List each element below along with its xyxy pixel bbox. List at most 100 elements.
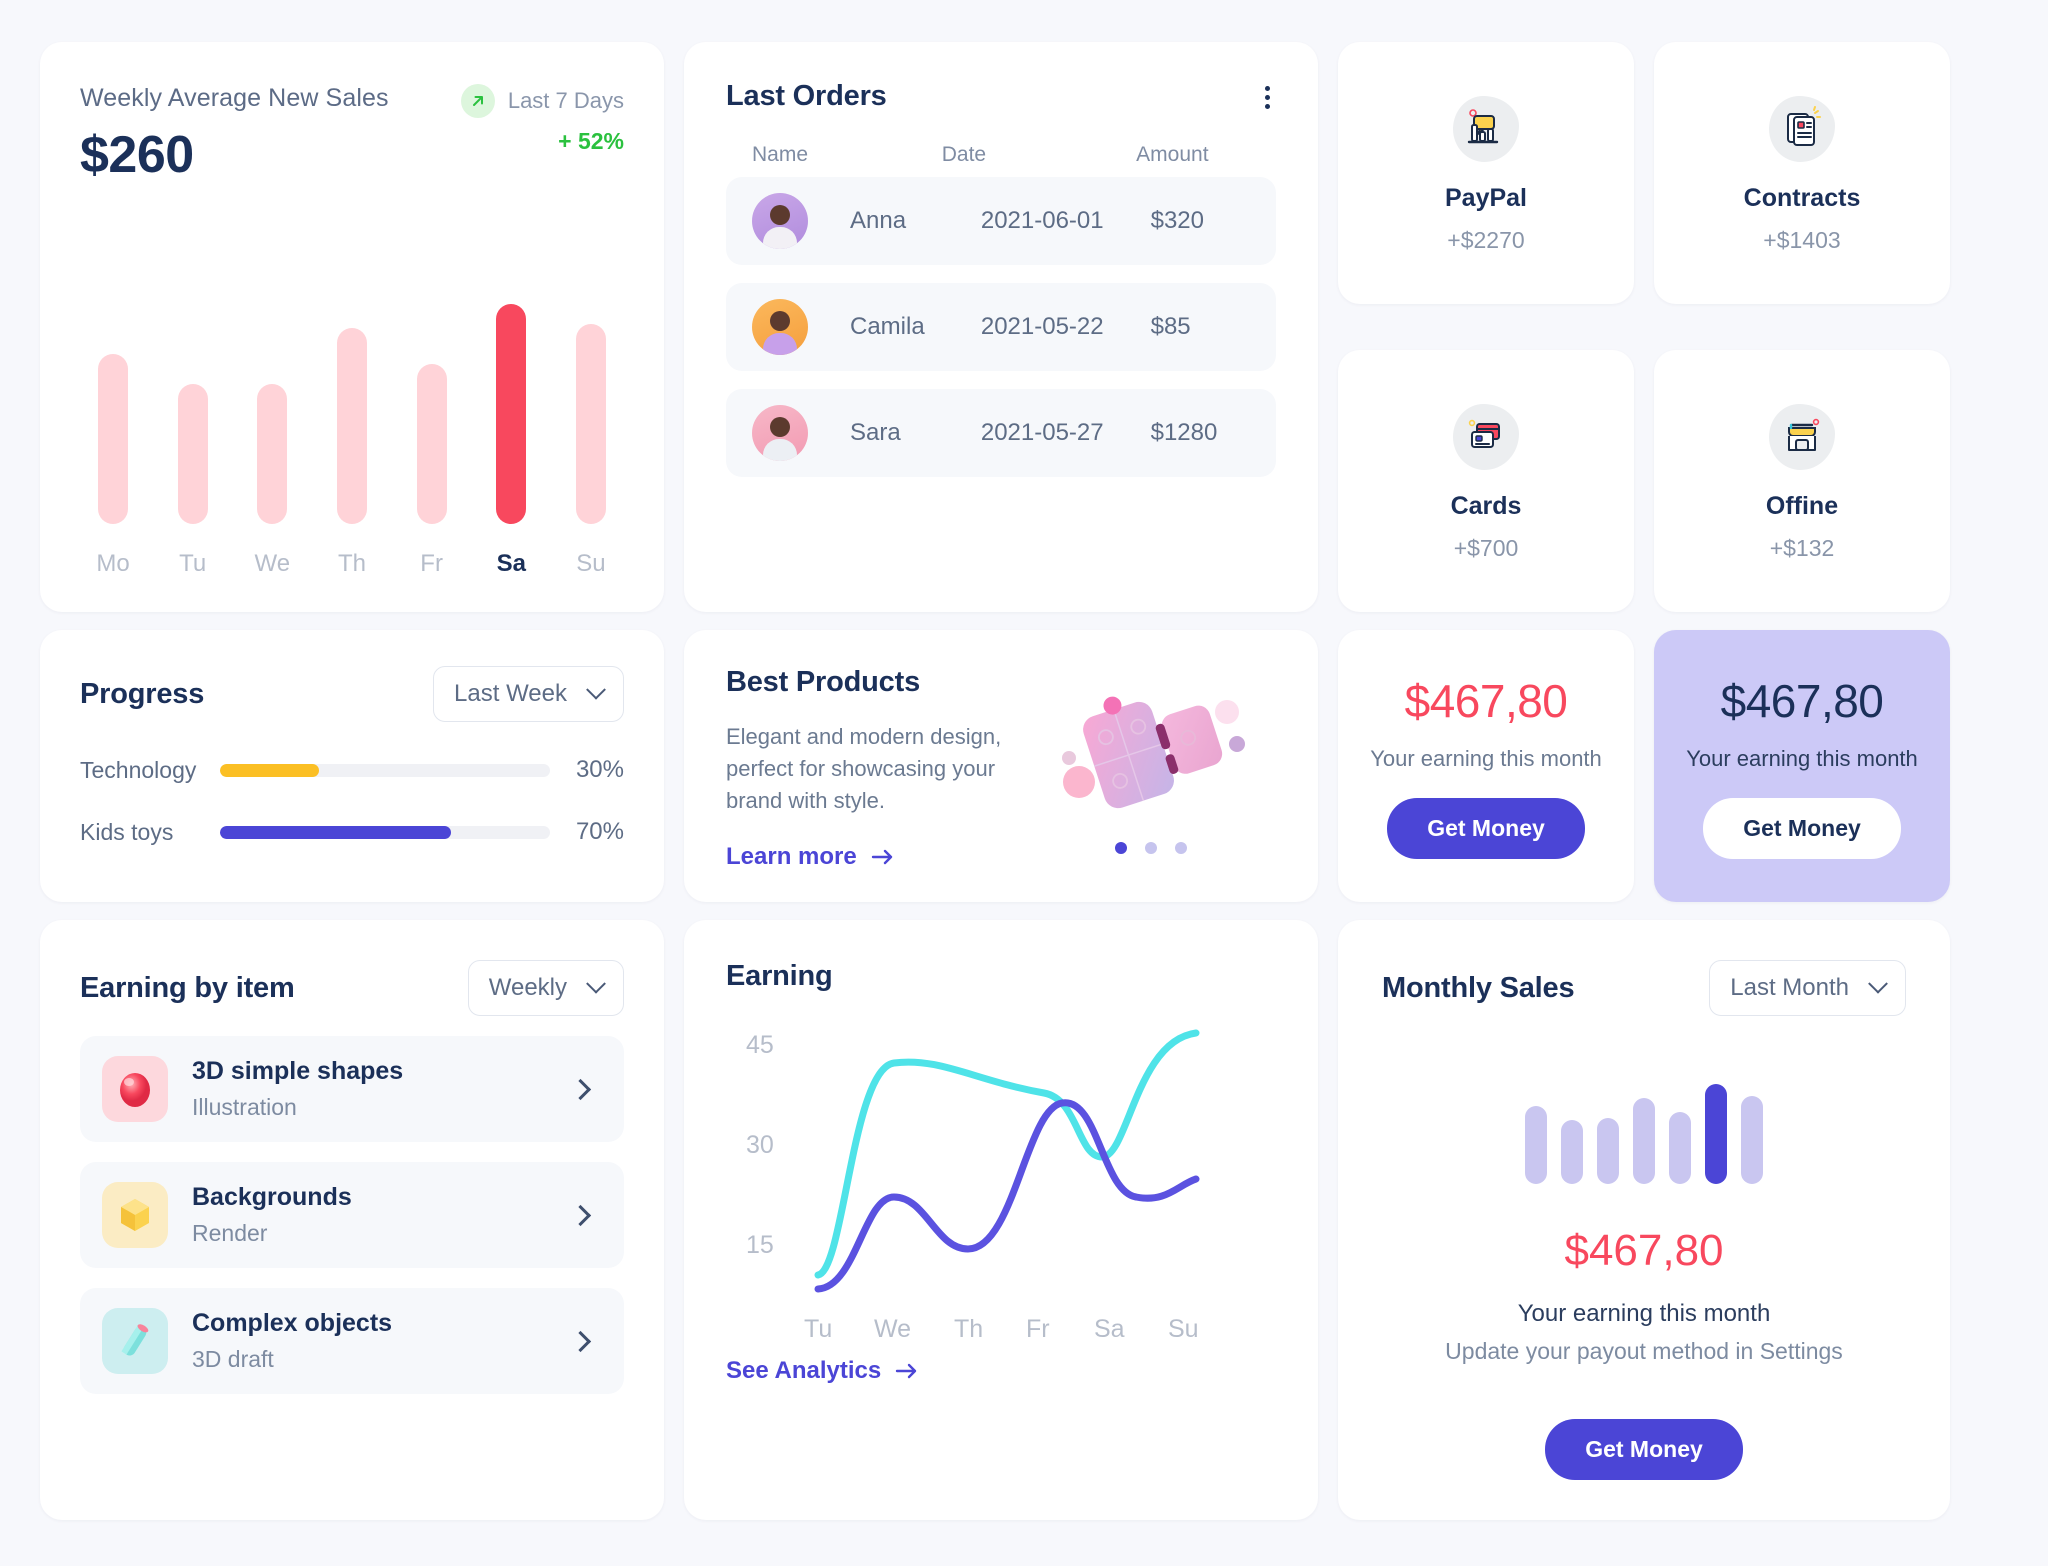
order-name: Sara [850, 419, 901, 446]
carousel-dot-1[interactable] [1115, 842, 1127, 854]
list-item[interactable]: Backgrounds Render [80, 1162, 624, 1268]
progress-track [220, 825, 550, 839]
progress-percent: 70% [575, 818, 624, 845]
carousel-dot-3[interactable] [1175, 842, 1187, 854]
y-tick-30: 30 [746, 1131, 774, 1159]
progress-row-kids-toys: Kids toys 70% [80, 818, 624, 846]
learn-more-link[interactable]: Learn more [726, 843, 1026, 871]
monthly-sales-line2: Update your payout method in Settings [1445, 1338, 1843, 1364]
best-products-card: Best Products Elegant and modern design,… [684, 630, 1318, 902]
bar-column: Tu [166, 384, 220, 578]
orders-column-headers: Name Date Amount [726, 143, 1276, 167]
ms-bar [1561, 1120, 1583, 1184]
bar-label: Su [576, 550, 606, 577]
table-row[interactable]: Camila 2021-05-22 $85 [726, 283, 1276, 371]
kebab-menu-icon[interactable] [1259, 80, 1276, 115]
earning-subtitle: Your earning this month [1370, 745, 1602, 771]
see-analytics-label: See Analytics [726, 1357, 882, 1384]
yellow-cube-thumbnail [102, 1182, 168, 1248]
earning-by-item-title: Earning by item [80, 971, 295, 1004]
x-tick-sa: Sa [1094, 1315, 1125, 1343]
stat-label: Cards [1450, 492, 1522, 520]
table-row[interactable]: Anna 2021-06-01 $320 [726, 177, 1276, 265]
get-money-button[interactable]: Get Money [1703, 797, 1901, 859]
earning-by-item-period-select[interactable]: Weekly [467, 960, 624, 1016]
order-amount: $1280 [1150, 419, 1218, 446]
monthly-sales-line1: Your earning this month [1517, 1300, 1771, 1327]
monthly-sales-period-value: Last Month [1730, 974, 1849, 1001]
earning-line-chart: 45 30 15 Tu We Th Fr Sa Su [746, 1029, 1200, 1343]
stat-value: +$700 [1453, 535, 1519, 561]
earning-by-item-period-value: Weekly [488, 974, 567, 1001]
earning-card: Earning 45 30 15 Tu We Th Fr Sa Su See A… [684, 920, 1318, 1520]
see-analytics-link[interactable]: See Analytics [726, 1357, 1276, 1385]
chart-chat-icon [1449, 92, 1523, 166]
ms-bar [1633, 1098, 1655, 1184]
progress-card: Progress Last Week Technology 30% Kids t… [40, 630, 664, 902]
list-item[interactable]: 3D simple shapes Illustration [80, 1036, 624, 1142]
progress-track [220, 763, 550, 777]
weekly-sales-trend: Last 7 Days + 52% [460, 84, 624, 155]
avatar [752, 193, 808, 249]
bar-label: Th [337, 550, 366, 577]
get-money-button[interactable]: Get Money [1387, 797, 1585, 859]
progress-label: Technology [80, 756, 197, 783]
stat-card-cards[interactable]: Cards +$700 [1338, 350, 1634, 612]
monthly-sales-card: Monthly Sales Last Month $467,80 Your ea… [1338, 920, 1950, 1520]
carousel-dot-2[interactable] [1145, 842, 1157, 854]
stat-card-contracts[interactable]: Contracts +$1403 [1654, 42, 1950, 304]
last-orders-card: Last Orders Name Date Amount Anna 2021-0… [684, 42, 1318, 612]
x-tick-tu: Tu [804, 1315, 832, 1343]
column-header-amount: Amount [1136, 143, 1209, 166]
get-money-button[interactable]: Get Money [1545, 1419, 1743, 1480]
best-products-carousel [1026, 666, 1276, 866]
pink-sphere-thumbnail [102, 1056, 168, 1122]
stat-card-paypal[interactable]: PayPal +$2270 [1338, 42, 1634, 304]
earning-amount: $467,80 [1720, 674, 1884, 727]
item-subtitle: Illustration [192, 1094, 297, 1120]
order-date: 2021-05-22 [980, 313, 1104, 340]
weekly-sales-header: Weekly Average New Sales $260 Last 7 Day… [80, 84, 624, 185]
earning-tile-light: $467,80 Your earning this month Get Mone… [1338, 630, 1634, 902]
earning-tile-filled: $467,80 Your earning this month Get Mone… [1654, 630, 1950, 902]
avatar [752, 299, 808, 355]
item-title: Backgrounds [192, 1183, 352, 1211]
monthly-sales-period-select[interactable]: Last Month [1709, 960, 1906, 1016]
best-products-title: Best Products [726, 666, 920, 698]
weekly-sales-amount: $260 [80, 126, 194, 184]
item-title: 3D simple shapes [192, 1057, 404, 1085]
mint-cylinder-thumbnail [102, 1308, 168, 1374]
ms-bar-highlighted [1705, 1084, 1727, 1184]
bar-column-highlighted: Sa [484, 304, 538, 578]
chevron-down-icon [586, 973, 606, 994]
credit-card-icon [1449, 400, 1523, 474]
chevron-right-icon [569, 1078, 592, 1100]
y-tick-15: 15 [746, 1231, 774, 1259]
arrow-up-right-icon [460, 84, 495, 118]
order-amount: $320 [1150, 207, 1204, 234]
weekly-bar-chart: Mo Tu We Th Fr Sa Su [80, 193, 624, 578]
item-subtitle: 3D draft [192, 1346, 274, 1372]
list-item[interactable]: Complex objects 3D draft [80, 1288, 624, 1394]
x-tick-fr: Fr [1026, 1315, 1050, 1343]
progress-row-technology: Technology 30% [80, 756, 624, 784]
learn-more-label: Learn more [726, 842, 857, 870]
stat-card-offine[interactable]: Offine +$132 [1654, 350, 1950, 612]
progress-period-select[interactable]: Last Week [433, 666, 624, 722]
document-icon [1765, 92, 1839, 166]
chevron-down-icon [1868, 973, 1888, 994]
stat-label: Offine [1765, 492, 1839, 520]
chevron-right-icon [569, 1330, 592, 1352]
weekly-range-label: Last 7 Days [507, 88, 624, 113]
bar-label: Mo [96, 550, 130, 577]
avatar [752, 405, 808, 461]
order-name: Anna [850, 207, 907, 234]
bar-column: Su [564, 324, 618, 578]
best-products-description: Elegant and modern design, perfect for s… [726, 724, 1002, 813]
item-title: Complex objects [192, 1309, 393, 1337]
x-tick-we: We [874, 1315, 911, 1343]
progress-label: Kids toys [80, 818, 174, 845]
order-date: 2021-06-01 [980, 207, 1104, 234]
chevron-right-icon [569, 1204, 592, 1226]
table-row[interactable]: Sara 2021-05-27 $1280 [726, 389, 1276, 477]
